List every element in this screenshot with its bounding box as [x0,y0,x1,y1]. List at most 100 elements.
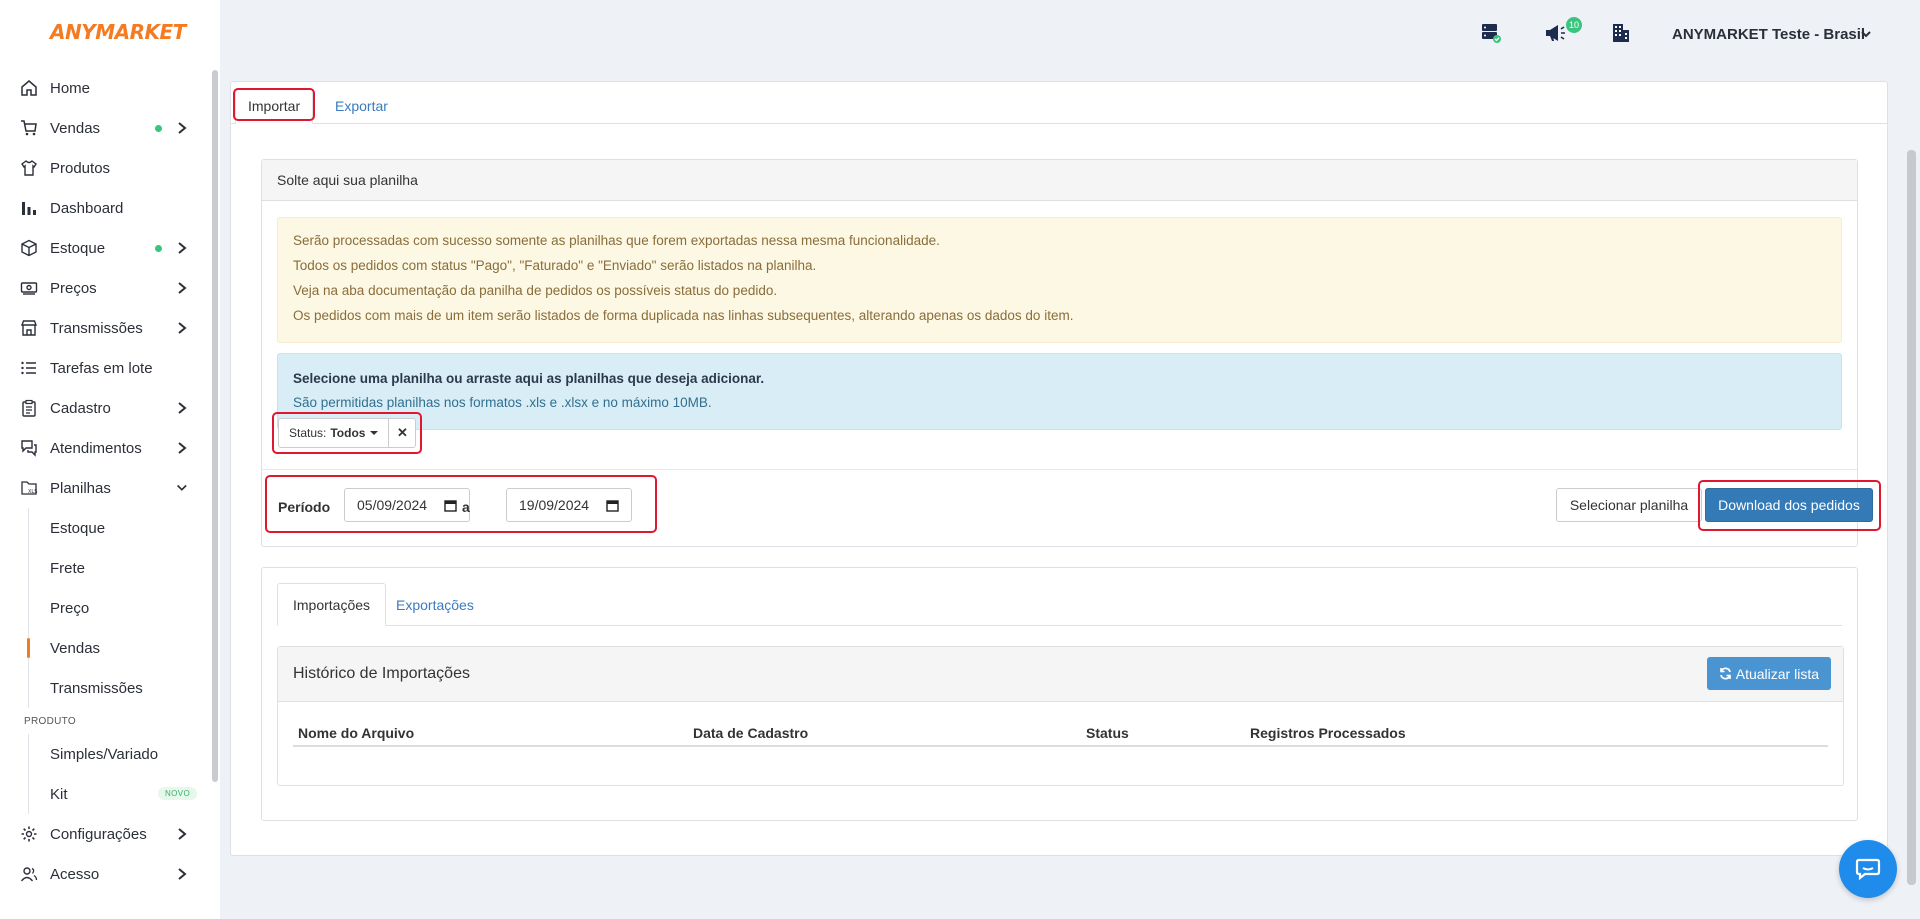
status-value: Todos [330,426,366,440]
refresh-label: Atualizar lista [1735,665,1819,682]
sidebar-item-acesso[interactable]: Acesso [0,854,210,894]
sidebar-item-vendas[interactable]: Vendas [0,108,210,148]
drop-zone-title: Solte aqui sua planilha [262,160,1857,201]
warning-text: Todos os pedidos com status "Pago", "Fat… [293,258,817,273]
sidebar-item-cadastro[interactable]: Cadastro [0,388,210,428]
sidebar-item-label: Vendas [50,119,101,137]
sidebar-item-transmissoes[interactable]: Transmissões [0,308,210,348]
calendar-icon[interactable] [444,499,457,512]
sidebar-item-estoque[interactable]: Estoque [0,228,210,268]
chevron-right-icon [178,402,187,414]
calendar-icon[interactable] [606,499,619,512]
chevron-down-icon [176,484,187,491]
app-logo[interactable]: ANYMARKET [50,20,186,44]
chat-widget-button[interactable] [1839,840,1897,898]
divider [262,469,1857,470]
download-orders-button[interactable]: Download dos pedidos [1705,488,1873,522]
status-filter[interactable]: Status: Todos ✕ [278,418,417,448]
column-header-status[interactable]: Status [1086,725,1129,741]
info-alert[interactable]: Selecione uma planilha ou arraste aqui a… [277,353,1842,430]
history-title: Histórico de Importações [293,665,470,682]
date-from-value: 05/09/2024 [357,497,428,513]
refresh-icon [1719,667,1731,680]
spreadsheet-icon: XLS [20,479,38,497]
sidebar-item-home[interactable]: Home [0,68,210,108]
clipboard-icon [20,399,38,417]
tab-exportacoes[interactable]: Exportações [381,583,489,626]
history-panel: Histórico de Importações Atualizar lista… [277,646,1844,786]
megaphone-icon[interactable] [1544,22,1566,44]
chevron-right-icon [178,442,187,454]
caret-down-icon [370,431,379,435]
sidebar-subitem-estoque[interactable]: Estoque [0,508,210,548]
sidebar-item-precos[interactable]: Preços [0,268,210,308]
warning-text: Os pedidos com mais de um item serão lis… [293,308,1074,323]
sidebar-subitem-transmissoes[interactable]: Transmissões [0,668,210,708]
sidebar-item-label: Tarefas em lote [50,359,153,377]
chevron-right-icon [178,828,187,840]
import-export-tabs: Importar Exportar [231,82,1887,124]
chevron-right-icon [178,242,187,254]
status-dropdown[interactable]: Status: Todos [279,419,390,447]
history-table-header: Nome do Arquivo Data de Cadastro Status … [293,717,1828,747]
account-name[interactable]: ANYMARKET Teste - Brasil [1672,26,1865,43]
sidebar-item-label: Acesso [50,865,100,883]
tab-importacoes[interactable]: Importações [277,583,387,626]
server-status-icon[interactable] [1480,22,1502,44]
sidebar: ANYMARKET Home Vendas Produtos Dashboard… [0,0,220,919]
chevron-right-icon [178,282,187,294]
tab-exportar[interactable]: Exportar [323,88,400,124]
column-header-data[interactable]: Data de Cadastro [693,725,808,741]
clear-filter-icon[interactable]: ✕ [389,419,415,447]
sidebar-subitem-frete[interactable]: Frete [0,548,210,588]
sidebar-item-atendimentos[interactable]: Atendimentos [0,428,210,468]
sidebar-subitem-kit[interactable]: Kit NOVO [0,774,210,814]
sidebar-item-produtos[interactable]: Produtos [0,148,210,188]
date-to-input[interactable]: 19/09/2024 [506,488,632,522]
status-dot [155,245,162,252]
produto-submenu: Simples/Variado Kit NOVO [0,734,210,814]
date-from-input[interactable]: 05/09/2024 [344,488,470,522]
status-label: Status: [289,426,327,440]
info-text: São permitidas planilhas nos formatos .x… [293,395,712,410]
sidebar-subitem-preco[interactable]: Preço [0,588,210,628]
periodo-label: Período [278,499,331,515]
chevron-right-icon [178,322,187,334]
tab-importar[interactable]: Importar [235,88,314,124]
period-separator: a [462,499,470,515]
sidebar-item-label: Dashboard [50,199,124,217]
cart-icon [20,119,38,137]
sidebar-subitem-simples-variado[interactable]: Simples/Variado [0,734,210,774]
sidebar-item-planilhas[interactable]: XLS Planilhas [0,468,210,508]
shirt-icon [20,159,38,177]
spreadsheet-drop-zone[interactable]: Solte aqui sua planilha Serão processada… [261,159,1881,547]
sidebar-item-label: Produtos [50,159,111,177]
building-icon[interactable] [1610,22,1632,44]
list-icon [20,359,38,377]
sidebar-item-tarefas-em-lote[interactable]: Tarefas em lote [0,348,210,388]
section-label-produto: PRODUTO [24,715,76,727]
sidebar-scrollbar[interactable] [212,70,218,782]
notification-badge: 10 [1566,17,1582,33]
warning-text: Veja na aba documentação da panilha de p… [293,283,778,298]
sidebar-item-label: Home [50,79,91,97]
chevron-down-icon[interactable] [1860,28,1872,40]
sidebar-item-configuracoes[interactable]: Configurações [0,814,210,854]
column-header-registros[interactable]: Registros Processados [1250,725,1406,741]
store-icon [20,319,38,337]
sidebar-subitem-vendas[interactable]: Vendas [0,628,210,668]
select-spreadsheet-button[interactable]: Selecionar planilha [1556,488,1702,522]
sidebar-item-label: Configurações [50,825,147,843]
warning-text: Serão processadas com sucesso somente as… [293,233,940,248]
sidebar-nav: Home Vendas Produtos Dashboard Estoque P… [0,68,210,894]
column-header-nome[interactable]: Nome do Arquivo [298,725,414,741]
page-scrollbar[interactable] [1907,150,1916,885]
money-icon [20,279,38,297]
new-badge: NOVO [158,787,198,800]
users-icon [20,865,38,883]
history-tabs: Importações Exportações [277,583,1842,626]
refresh-list-button[interactable]: Atualizar lista [1706,657,1831,690]
status-dot [155,125,162,132]
sidebar-subitem-label: Kit [50,785,68,803]
sidebar-item-dashboard[interactable]: Dashboard [0,188,210,228]
